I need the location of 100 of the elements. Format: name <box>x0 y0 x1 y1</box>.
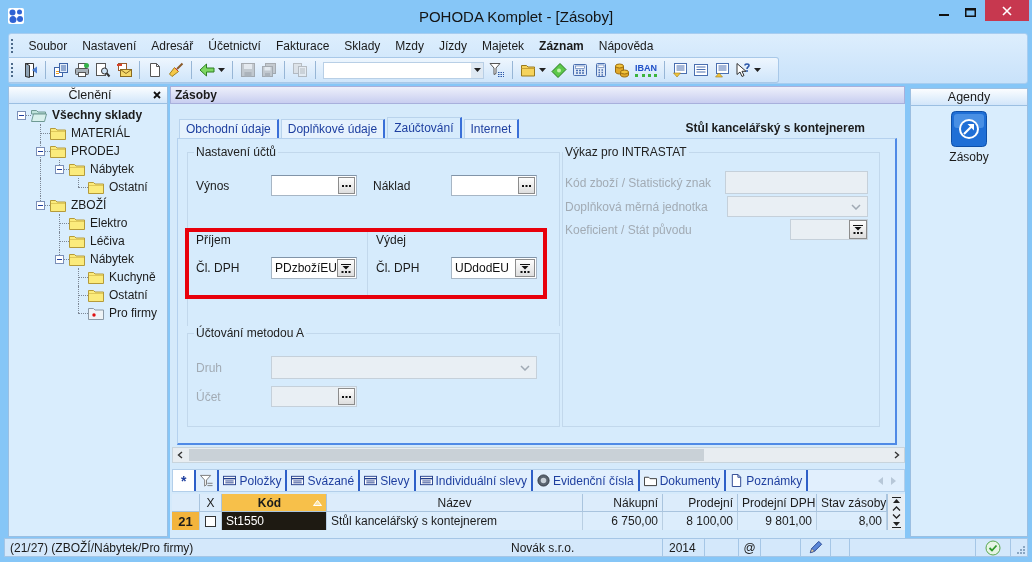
column-header[interactable]: Nákupní <box>583 494 663 512</box>
tab[interactable]: Obchodní údaje <box>179 119 279 138</box>
chevron-left-icon[interactable] <box>177 451 183 459</box>
scroll-up-icon[interactable] <box>892 505 901 511</box>
tree-item[interactable]: Pro firmy <box>88 304 157 322</box>
blank-page-icon[interactable] <box>147 62 163 78</box>
browse-button[interactable] <box>518 177 535 194</box>
row-checkbox[interactable] <box>205 515 216 527</box>
tree-item[interactable]: Všechny sklady <box>31 106 143 124</box>
column-header[interactable]: Prodejní DPH <box>738 494 817 512</box>
list-down-icon[interactable] <box>672 62 688 78</box>
menu-item[interactable]: Nápověda <box>591 38 661 53</box>
list-icon[interactable] <box>693 62 709 78</box>
tree-item[interactable]: Elektro <box>69 214 128 232</box>
tree-item[interactable]: PRODEJ <box>50 142 120 160</box>
column-header[interactable]: X <box>200 494 222 512</box>
caret-icon[interactable] <box>539 68 546 72</box>
column-header[interactable]: Název <box>327 494 583 512</box>
tree-item[interactable]: Léčiva <box>69 232 125 250</box>
calculator-icon[interactable] <box>593 62 609 78</box>
tree-item[interactable]: Ostatní <box>88 286 148 304</box>
record-title: Stůl kancelářský s kontejnerem <box>685 120 865 135</box>
coins-icon[interactable] <box>614 62 630 78</box>
filter-icon[interactable] <box>489 62 505 78</box>
collapse-icon[interactable] <box>17 111 26 120</box>
brush-icon[interactable] <box>168 62 184 78</box>
tree-item[interactable]: MATERIÁL <box>50 124 131 142</box>
print-preview-icon[interactable] <box>95 62 111 78</box>
caret-icon[interactable] <box>754 68 761 72</box>
column-header[interactable]: Stav zásoby <box>817 494 887 512</box>
menu-item[interactable]: Fakturace <box>268 38 337 53</box>
scroll-bottom-icon[interactable] <box>892 521 901 528</box>
row-number[interactable]: 21 <box>172 512 200 530</box>
list-button[interactable] <box>337 259 355 277</box>
menu-item[interactable]: Účetnictví <box>200 38 269 53</box>
tab[interactable]: Zaúčtování <box>387 117 462 138</box>
scroll-down-icon[interactable] <box>892 513 901 519</box>
check-circle-icon[interactable] <box>985 539 1001 556</box>
tab[interactable]: Evidenční čísla <box>532 470 640 491</box>
close-icon[interactable] <box>153 91 161 99</box>
help-pointer-icon[interactable] <box>735 62 751 78</box>
tree-item[interactable]: Kuchyně <box>88 268 156 286</box>
documents-icon[interactable] <box>53 62 69 78</box>
tab[interactable]: Dokumenty <box>639 470 727 491</box>
chevron-right-icon[interactable] <box>894 451 900 459</box>
tab[interactable]: Individuální slevy <box>415 470 533 491</box>
menu-item[interactable]: Soubor <box>21 38 75 53</box>
calculator-icon[interactable] <box>572 62 588 78</box>
grip-icon[interactable] <box>11 63 14 77</box>
lookup-field[interactable]: PDzbožíEU <box>271 257 357 279</box>
printer-icon[interactable] <box>74 62 90 78</box>
envelope-icon[interactable] <box>116 62 132 78</box>
lookup-field[interactable] <box>451 175 537 196</box>
door-icon[interactable] <box>22 62 38 78</box>
lookup-field[interactable]: UDdodEU <box>451 257 537 279</box>
tree-item[interactable]: Nábytek <box>69 160 135 178</box>
tab[interactable]: * <box>173 470 197 491</box>
close-button[interactable] <box>985 0 1029 21</box>
tab[interactable]: Poznámky <box>726 470 809 491</box>
toolbar-combo-field[interactable] <box>323 61 484 79</box>
browse-button[interactable] <box>338 177 355 194</box>
horizontal-scrollbar[interactable] <box>172 447 905 463</box>
collapse-icon[interactable] <box>55 255 64 264</box>
column-header[interactable]: Kód <box>222 494 327 512</box>
maximize-icon[interactable] <box>965 8 976 17</box>
tab[interactable]: Slevy <box>360 470 416 491</box>
column-header[interactable]: Prodejní <box>663 494 738 512</box>
menu-item[interactable]: Adresář <box>143 38 201 53</box>
list-up-icon[interactable] <box>714 62 730 78</box>
scrollbar-thumb[interactable] <box>189 449 704 461</box>
scroll-top-icon[interactable] <box>892 496 901 503</box>
tab[interactable]: Položky <box>219 470 288 491</box>
iban-button[interactable]: IBAN <box>635 63 657 77</box>
grip-icon[interactable] <box>11 38 14 53</box>
collapse-icon[interactable] <box>36 147 45 156</box>
resize-grip-icon[interactable] <box>1015 544 1025 554</box>
tree-item[interactable]: Ostatní <box>88 178 148 196</box>
dropdown-button[interactable] <box>471 62 483 78</box>
menu-item[interactable]: Jízdy <box>431 38 475 53</box>
pen-icon[interactable] <box>808 540 823 555</box>
banknote-icon[interactable] <box>551 62 567 78</box>
menu-item[interactable]: Nastavení <box>74 38 144 53</box>
menu-item[interactable]: Sklady <box>336 38 388 53</box>
tab[interactable]: Doplňkové údaje <box>280 119 386 138</box>
lookup-field[interactable] <box>271 175 357 196</box>
collapse-icon[interactable] <box>55 165 64 174</box>
menu-item[interactable]: Majetek <box>474 38 532 53</box>
tab[interactable]: Svázané <box>287 470 361 491</box>
tree-item[interactable]: ZBOŽÍ <box>50 196 107 214</box>
left-arrow-icon[interactable] <box>199 62 215 78</box>
menu-item[interactable]: Mzdy <box>387 38 432 53</box>
tree-item[interactable]: Nábytek <box>69 250 135 268</box>
menu-item[interactable]: Záznam <box>531 38 592 53</box>
caret-icon[interactable] <box>218 68 225 72</box>
collapse-icon[interactable] <box>36 201 45 210</box>
status-mail[interactable]: @ <box>739 539 761 556</box>
list-button[interactable] <box>515 259 535 277</box>
folder-icon[interactable] <box>520 62 536 78</box>
agenda-item[interactable]: Zásoby <box>911 111 1027 164</box>
tab[interactable]: Internet <box>463 119 520 138</box>
